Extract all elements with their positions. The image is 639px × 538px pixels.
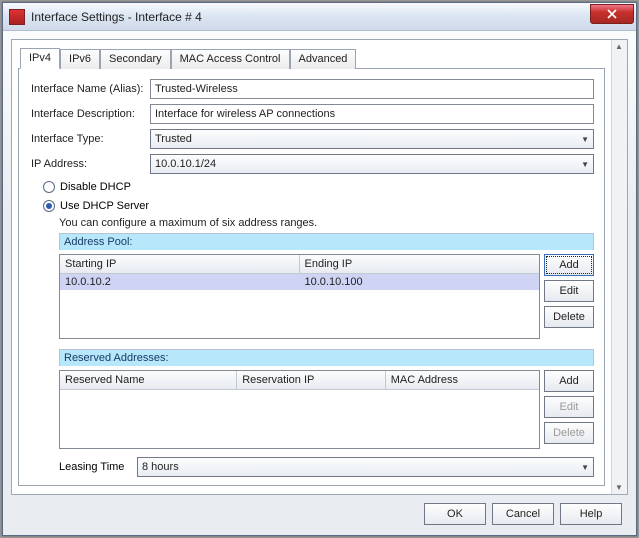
combo-type-value: Trusted <box>155 133 192 145</box>
row-interface-name: Interface Name (Alias): <box>31 79 594 99</box>
label-interface-desc: Interface Description: <box>31 108 146 120</box>
pool-delete-button[interactable]: Delete <box>544 306 594 328</box>
reserved-header-row: Reserved Name Reservation IP MAC Address <box>60 371 539 390</box>
dhcp-block: You can configure a maximum of six addre… <box>59 217 594 477</box>
titlebar: Interface Settings - Interface # 4 <box>3 3 636 31</box>
radio-use-dhcp[interactable] <box>43 200 55 212</box>
tab-mac-access[interactable]: MAC Access Control <box>171 49 290 69</box>
tab-advanced[interactable]: Advanced <box>290 49 357 69</box>
label-interface-type: Interface Type: <box>31 133 146 145</box>
pool-header-row: Starting IP Ending IP <box>60 255 539 274</box>
pool-cell-start: 10.0.10.2 <box>60 274 300 290</box>
ok-button[interactable]: OK <box>424 503 486 525</box>
combo-ip-address[interactable]: 10.0.10.1/24 ▼ <box>150 154 594 174</box>
label-interface-name: Interface Name (Alias): <box>31 83 146 95</box>
reserved-buttons: Add Edit Delete <box>544 370 594 449</box>
radio-use-dhcp-label: Use DHCP Server <box>60 200 149 212</box>
reserved-body <box>60 390 539 448</box>
reserved-wrap: Reserved Name Reservation IP MAC Address… <box>59 370 594 449</box>
reserved-edit-button[interactable]: Edit <box>544 396 594 418</box>
pool-cell-end: 10.0.10.100 <box>300 274 540 290</box>
radio-disable-dhcp-row[interactable]: Disable DHCP <box>43 181 594 193</box>
radio-disable-dhcp-label: Disable DHCP <box>60 181 131 193</box>
dhcp-hint: You can configure a maximum of six addre… <box>59 217 594 229</box>
pool-body: 10.0.10.2 10.0.10.100 <box>60 274 539 338</box>
pool-edit-button[interactable]: Edit <box>544 280 594 302</box>
close-button[interactable] <box>590 4 634 24</box>
content-outer: IPv4 IPv6 Secondary MAC Access Control A… <box>3 31 636 535</box>
reserved-add-button[interactable]: Add <box>544 370 594 392</box>
label-ip-address: IP Address: <box>31 158 146 170</box>
combo-interface-type[interactable]: Trusted ▼ <box>150 129 594 149</box>
help-button[interactable]: Help <box>560 503 622 525</box>
radio-use-dhcp-row[interactable]: Use DHCP Server <box>43 200 594 212</box>
reserved-delete-button[interactable]: Delete <box>544 422 594 444</box>
res-th-name: Reserved Name <box>60 371 237 389</box>
row-interface-desc: Interface Description: <box>31 104 594 124</box>
section-reserved: Reserved Addresses: <box>59 349 594 366</box>
address-pool-table: Starting IP Ending IP 10.0.10.2 10.0.10.… <box>59 254 540 339</box>
section-address-pool: Address Pool: <box>59 233 594 250</box>
radio-disable-dhcp[interactable] <box>43 181 55 193</box>
combo-leasing-time[interactable]: 8 hours ▼ <box>137 457 594 477</box>
tabstrip: IPv4 IPv6 Secondary MAC Access Control A… <box>18 46 605 68</box>
tab-ipv6[interactable]: IPv6 <box>60 49 100 69</box>
dialog-window: Interface Settings - Interface # 4 IPv4 … <box>2 2 637 536</box>
combo-ip-value: 10.0.10.1/24 <box>155 158 216 170</box>
reserved-table: Reserved Name Reservation IP MAC Address <box>59 370 540 449</box>
input-interface-desc[interactable] <box>150 104 594 124</box>
pool-th-end: Ending IP <box>300 255 540 273</box>
cancel-button[interactable]: Cancel <box>492 503 554 525</box>
res-th-ip: Reservation IP <box>237 371 385 389</box>
main-area: IPv4 IPv6 Secondary MAC Access Control A… <box>11 39 628 495</box>
input-interface-name[interactable] <box>150 79 594 99</box>
window-title: Interface Settings - Interface # 4 <box>31 10 590 24</box>
chevron-down-icon: ▼ <box>581 463 589 472</box>
leasing-row: Leasing Time 8 hours ▼ <box>59 457 594 477</box>
pool-buttons: Add Edit Delete <box>544 254 594 339</box>
tab-ipv4[interactable]: IPv4 <box>20 48 60 69</box>
address-pool-wrap: Starting IP Ending IP 10.0.10.2 10.0.10.… <box>59 254 594 339</box>
close-icon <box>607 9 617 19</box>
footer: OK Cancel Help <box>11 495 628 527</box>
res-th-mac: MAC Address <box>386 371 539 389</box>
chevron-down-icon: ▼ <box>581 135 589 144</box>
pool-add-button[interactable]: Add <box>544 254 594 276</box>
app-icon <box>9 9 25 25</box>
table-row[interactable]: 10.0.10.2 10.0.10.100 <box>60 274 539 290</box>
tab-secondary[interactable]: Secondary <box>100 49 171 69</box>
tab-body: Interface Name (Alias): Interface Descri… <box>18 68 605 486</box>
pool-th-start: Starting IP <box>60 255 300 273</box>
label-leasing-time: Leasing Time <box>59 461 131 473</box>
chevron-down-icon: ▼ <box>581 160 589 169</box>
combo-leasing-value: 8 hours <box>142 461 179 473</box>
pane: IPv4 IPv6 Secondary MAC Access Control A… <box>12 40 611 494</box>
row-interface-type: Interface Type: Trusted ▼ <box>31 129 594 149</box>
row-ip-address: IP Address: 10.0.10.1/24 ▼ <box>31 154 594 174</box>
vertical-scrollbar[interactable] <box>611 40 627 494</box>
